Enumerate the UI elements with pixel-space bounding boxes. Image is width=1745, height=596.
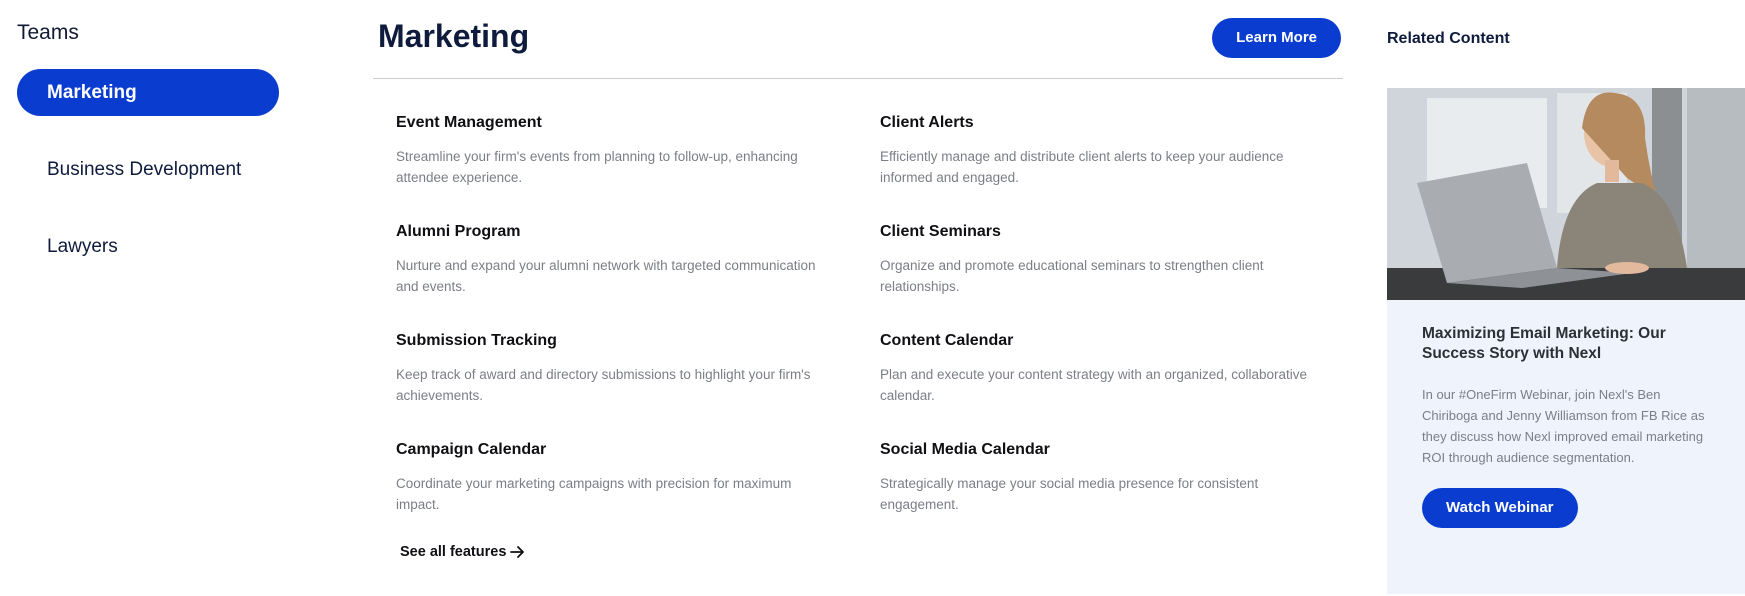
feature-description: Keep track of award and directory submis… (396, 367, 811, 403)
feature-campaign-calendar[interactable]: Campaign Calendar Coordinate your market… (396, 439, 880, 548)
related-content-title: Related Content (1387, 30, 1510, 47)
feature-alumni-program[interactable]: Alumni Program Nurture and expand your a… (396, 221, 880, 330)
feature-description: Coordinate your marketing campaigns with… (396, 476, 792, 512)
see-all-features-link[interactable]: See all features (400, 544, 526, 560)
watch-webinar-button[interactable]: Watch Webinar (1422, 488, 1578, 528)
sidebar-item-marketing[interactable]: Marketing (17, 69, 279, 116)
card-body: Maximizing Email Marketing: Our Success … (1387, 300, 1745, 528)
feature-title: Submission Tracking (396, 332, 557, 349)
feature-description: Strategically manage your social media p… (880, 476, 1259, 512)
woman-with-laptop-photo (1387, 88, 1745, 300)
feature-title: Client Seminars (880, 223, 1001, 240)
feature-client-seminars[interactable]: Client Seminars Organize and promote edu… (880, 221, 1320, 330)
feature-title: Alumni Program (396, 223, 521, 240)
card-description: In our #OneFirm Webinar, join Nexl's Ben… (1422, 387, 1705, 465)
main-panel: Marketing Learn More Event Management St… (373, 0, 1343, 596)
feature-title: Content Calendar (880, 332, 1014, 349)
feature-title: Client Alerts (880, 114, 974, 131)
sidebar-title: Teams (17, 21, 79, 44)
related-content-card: Maximizing Email Marketing: Our Success … (1387, 88, 1745, 594)
feature-submission-tracking[interactable]: Submission Tracking Keep track of award … (396, 330, 880, 439)
learn-more-button[interactable]: Learn More (1212, 18, 1341, 58)
feature-event-management[interactable]: Event Management Streamline your firm's … (396, 112, 880, 221)
feature-grid: Event Management Streamline your firm's … (396, 112, 1326, 548)
arrow-right-icon (510, 546, 525, 558)
page-title: Marketing (378, 18, 530, 54)
feature-title: Campaign Calendar (396, 441, 547, 458)
feature-description: Streamline your firm's events from plann… (396, 149, 798, 185)
card-title: Maximizing Email Marketing: Our Success … (1422, 325, 1666, 362)
feature-title: Social Media Calendar (880, 441, 1050, 458)
feature-description: Organize and promote educational seminar… (880, 258, 1264, 294)
feature-description: Nurture and expand your alumni network w… (396, 258, 816, 294)
main-header: Marketing Learn More (373, 0, 1343, 79)
see-all-label: See all features (400, 544, 507, 560)
sidebar-item-lawyers[interactable]: Lawyers (17, 223, 279, 270)
feature-description: Efficiently manage and distribute client… (880, 149, 1284, 185)
sidebar-item-business-development[interactable]: Business Development (17, 146, 279, 193)
photo-illustration (1387, 88, 1745, 300)
teams-sidebar: Teams Marketing Business Development Law… (17, 18, 279, 270)
feature-description: Plan and execute your content strategy w… (880, 367, 1308, 403)
feature-client-alerts[interactable]: Client Alerts Efficiently manage and dis… (880, 112, 1320, 221)
feature-social-media-calendar[interactable]: Social Media Calendar Strategically mana… (880, 439, 1320, 548)
feature-content-calendar[interactable]: Content Calendar Plan and execute your c… (880, 330, 1320, 439)
feature-title: Event Management (396, 114, 542, 131)
